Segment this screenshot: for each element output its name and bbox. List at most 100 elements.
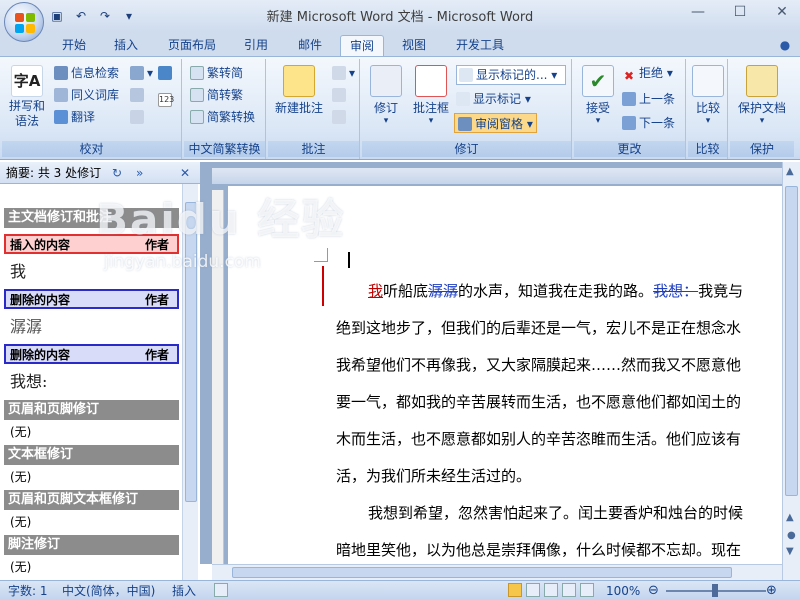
word-count-button[interactable]: 123	[158, 85, 175, 107]
keyboard-icon	[130, 110, 144, 124]
browse-object-icon[interactable]: ●	[787, 530, 796, 541]
revision-text[interactable]: 潺潺	[10, 313, 42, 337]
accept-button[interactable]: ✔ 接受 ▾	[578, 65, 618, 126]
insert-mode[interactable]: 插入	[172, 583, 196, 599]
group-protect: 保护文档 ▾ 保护	[730, 59, 794, 159]
compare-button[interactable]: 比较 ▾	[690, 65, 726, 126]
outline-icon[interactable]	[562, 583, 576, 597]
zoom-out-icon[interactable]: ⊖	[648, 583, 659, 599]
revision-text[interactable]: 我	[10, 258, 26, 282]
group-chinese-conversion: 繁转简 简转繁 简繁转换 中文简繁转换	[184, 59, 266, 159]
conversion-button[interactable]: 简繁转换	[190, 107, 255, 127]
language-button[interactable]	[158, 63, 175, 83]
revision-summary: 摘要: 共 3 处修订	[6, 166, 102, 180]
quick-access-toolbar: ▣ ↶ ↷ ▾	[48, 6, 138, 26]
reject-button[interactable]: ✖ 拒绝 ▾	[622, 63, 673, 83]
office-button[interactable]	[4, 2, 44, 42]
document-vertical-scrollbar[interactable]: ▲ ▲ ● ▼	[782, 162, 800, 580]
balloons-button[interactable]: 批注框 ▾	[410, 65, 452, 126]
zoom-slider-thumb[interactable]	[712, 584, 718, 597]
simplified-icon	[190, 88, 204, 102]
doc-scroll-thumb[interactable]	[785, 186, 798, 496]
tab-references[interactable]: 引用	[236, 35, 276, 56]
web-layout-icon[interactable]	[544, 583, 558, 597]
textbox-section: 文本框修订	[4, 445, 179, 465]
doc-line: 暗地里笑他，以为他总是崇拜偶像，什么时候都不忘却。现在	[336, 541, 742, 559]
set-language-button[interactable]	[130, 85, 147, 105]
next-change-button[interactable]: 下一条	[622, 113, 675, 133]
tab-review[interactable]: 审阅	[340, 35, 384, 56]
previous-page-icon[interactable]: ▲	[786, 512, 794, 523]
tab-home[interactable]: 开始	[54, 35, 94, 56]
word-count[interactable]: 字数: 1	[8, 583, 48, 599]
close-button[interactable]: ✕	[774, 4, 790, 20]
zoom-level[interactable]: 100%	[606, 583, 640, 599]
pane-scrollbar[interactable]	[182, 184, 198, 580]
new-comment-button[interactable]: 新建批注	[272, 65, 326, 116]
spell-grammar-button[interactable]: 字A 拼写和 语法	[6, 65, 48, 129]
doc-hscroll-thumb[interactable]	[232, 567, 732, 578]
thesaurus-icon	[54, 88, 68, 102]
translation-tooltip-button[interactable]: ▾	[130, 63, 153, 83]
help-icon[interactable]: ●	[776, 35, 794, 56]
protect-document-button[interactable]: 保护文档 ▾	[734, 65, 790, 126]
tab-developer[interactable]: 开发工具	[448, 35, 512, 56]
language-status[interactable]: 中文(简体，中国)	[62, 583, 155, 599]
maximize-button[interactable]: ☐	[732, 4, 748, 20]
revision-header[interactable]: 删除的内容 作者	[4, 289, 179, 309]
pane-scroll-thumb[interactable]	[185, 202, 197, 502]
doc-line: 活，为我们所未经生活过的。	[336, 467, 532, 485]
redo-icon[interactable]: ↷	[96, 7, 114, 25]
track-changes-button[interactable]: 修订 ▾	[366, 65, 406, 126]
revision-header[interactable]: 删除的内容 作者	[4, 344, 179, 364]
refresh-icon[interactable]: ↻	[112, 162, 122, 184]
horizontal-ruler[interactable]	[212, 168, 782, 184]
to-traditional-button[interactable]: 繁转简	[190, 63, 243, 83]
previous-comment-button[interactable]	[332, 85, 349, 105]
thesaurus-button[interactable]: 同义词库	[54, 85, 119, 105]
undo-icon[interactable]: ↶	[72, 7, 90, 25]
keyboard-button[interactable]	[130, 107, 147, 127]
tab-mailings[interactable]: 邮件	[290, 35, 330, 56]
revision-header[interactable]: 插入的内容 作者	[4, 234, 179, 254]
minimize-button[interactable]: —	[690, 4, 706, 20]
reviewing-pane-button[interactable]: 审阅窗格 ▾	[454, 113, 537, 133]
zoom-in-icon[interactable]: ⊕	[766, 583, 777, 599]
close-pane-icon[interactable]: ✕	[180, 162, 190, 184]
revision-text[interactable]: 我想:	[10, 368, 47, 392]
display-for-review-select[interactable]: 显示标记的... ▾	[456, 65, 566, 85]
customize-qat-icon[interactable]: ▾	[120, 7, 138, 25]
research-button[interactable]: 信息检索	[54, 63, 119, 83]
text-cursor	[348, 252, 350, 268]
compare-icon	[692, 65, 724, 97]
scroll-up-icon[interactable]: ▲	[786, 166, 794, 177]
office-logo-icon	[15, 13, 35, 33]
to-simplified-button[interactable]: 简转繁	[190, 85, 243, 105]
set-language-icon	[130, 88, 144, 102]
tab-view[interactable]: 视图	[394, 35, 434, 56]
translate-button[interactable]: 翻译	[54, 107, 95, 127]
previous-change-icon	[622, 92, 636, 106]
tab-insert[interactable]: 插入	[106, 35, 146, 56]
save-icon[interactable]: ▣	[48, 7, 66, 25]
vertical-ruler[interactable]	[212, 190, 224, 564]
draft-icon[interactable]	[580, 583, 594, 597]
doc-line: 我希望他们不再像我，又大家隔膜起来……然而我又不愿意他	[336, 356, 742, 374]
macro-record-icon[interactable]	[214, 583, 228, 597]
tab-page-layout[interactable]: 页面布局	[160, 35, 224, 56]
show-markup-button[interactable]: 显示标记 ▾	[456, 89, 531, 109]
document-horizontal-scrollbar[interactable]	[212, 564, 782, 580]
delete-comment-button[interactable]: ▾	[332, 63, 355, 83]
print-layout-icon[interactable]	[508, 583, 522, 597]
document-page[interactable]: 我听船底潺潺的水声，知道我在走我的路。我想：我竟与 绝到这地步了，但我们的后辈还…	[228, 186, 782, 564]
chevron-down-icon[interactable]: »	[136, 162, 143, 184]
full-screen-reading-icon[interactable]	[526, 583, 540, 597]
translation-tooltip-icon	[130, 66, 144, 80]
previous-change-button[interactable]: 上一条	[622, 89, 675, 109]
next-page-icon[interactable]: ▼	[786, 546, 794, 557]
inserted-text: 我	[368, 282, 384, 300]
reviewing-pane-header: 摘要: 共 3 处修订 ↻ » ✕	[0, 162, 200, 184]
group-label-tracking: 修订	[362, 141, 571, 157]
lock-icon	[746, 65, 778, 97]
next-comment-button[interactable]	[332, 107, 349, 127]
